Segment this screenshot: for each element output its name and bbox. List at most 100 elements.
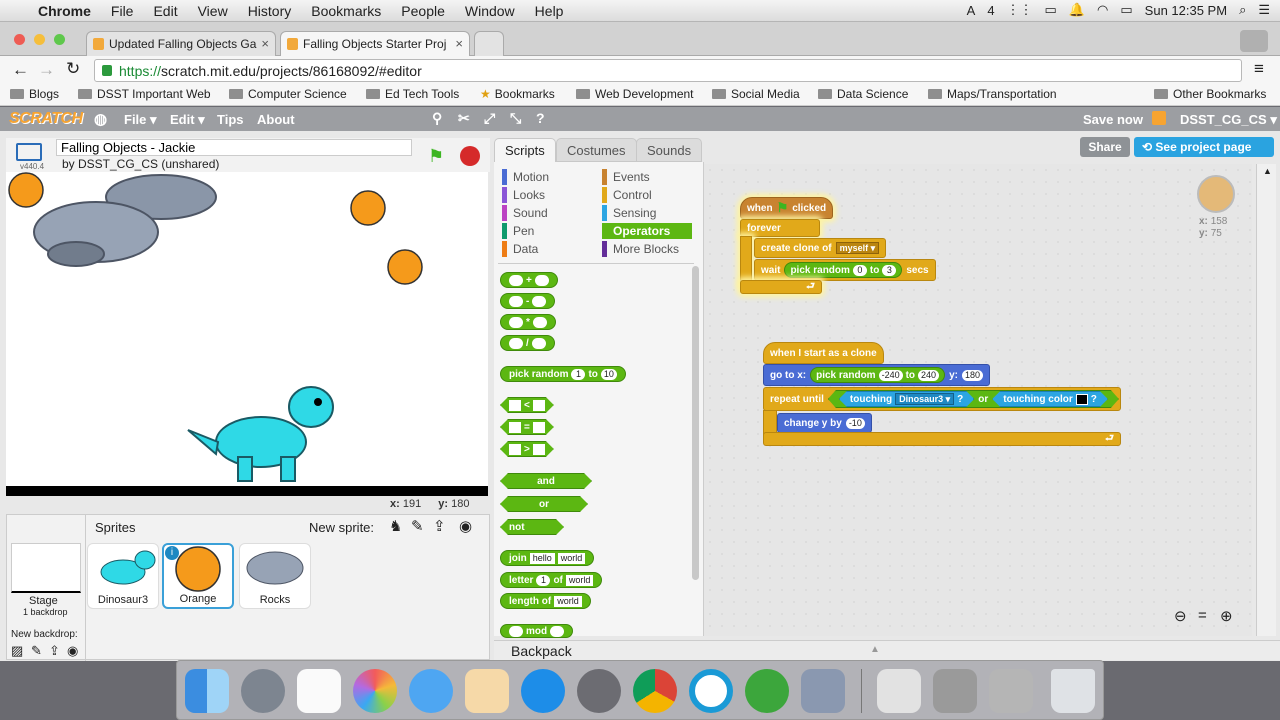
chrome-icon[interactable] <box>633 669 677 713</box>
menu-edit[interactable]: Edit <box>143 3 187 19</box>
input-slot[interactable]: 180 <box>961 369 984 381</box>
save-now-button[interactable]: Save now <box>1083 112 1143 127</box>
messages-icon[interactable] <box>409 669 453 713</box>
input-slot[interactable]: -240 <box>878 369 903 381</box>
block-add[interactable]: + <box>500 272 558 288</box>
input-slot[interactable] <box>533 400 545 411</box>
scripts-area[interactable]: when ⚑ clicked forever create clone of myse… <box>704 164 1252 636</box>
pages-icon[interactable] <box>465 669 509 713</box>
block-repeat-until[interactable]: repeat until touching Dinosaur3 ▾? or tou… <box>763 387 1121 411</box>
camera-backdrop-icon[interactable]: ◉ <box>67 643 78 659</box>
reporter-pick-random[interactable]: pick random 0 to 3 <box>784 262 903 278</box>
color-swatch[interactable] <box>1076 394 1088 405</box>
fullscreen-icon[interactable] <box>16 143 42 161</box>
bell-icon[interactable]: 🔔 <box>1069 2 1085 18</box>
bookmark-social[interactable]: Social Media <box>712 87 800 101</box>
menu-about[interactable]: About <box>257 112 295 127</box>
green-flag-icon[interactable]: ⚑ <box>428 146 444 167</box>
zoom-window-icon[interactable] <box>54 34 65 45</box>
library-sprite-icon[interactable]: ♞ <box>389 517 402 535</box>
input-slot[interactable] <box>532 316 547 328</box>
help-tool-icon[interactable]: ? <box>536 110 545 126</box>
list-icon[interactable]: ☰ <box>1258 2 1270 18</box>
scripts-scrollbar[interactable]: ▲ <box>1256 164 1276 636</box>
bookmark-webdev[interactable]: Web Development <box>576 87 694 101</box>
orange-clone[interactable] <box>387 249 423 285</box>
reload-icon[interactable]: ↻ <box>66 59 80 79</box>
screenshot-stack-icon[interactable] <box>933 669 977 713</box>
category-more-blocks[interactable]: More Blocks <box>602 241 692 257</box>
zoom-out-icon[interactable]: ⊖ <box>1174 607 1187 625</box>
input-slot[interactable] <box>534 274 549 286</box>
menu-view[interactable]: View <box>188 3 238 19</box>
menu-people[interactable]: People <box>391 3 455 19</box>
input-slot[interactable] <box>509 444 521 455</box>
clone-target-dropdown[interactable]: myself ▾ <box>835 242 880 254</box>
url-bar[interactable]: https://scratch.mit.edu/projects/8616809… <box>94 59 1242 82</box>
stage-thumbnail[interactable] <box>11 543 81 593</box>
block-letter-of[interactable]: letter 1 of world <box>500 572 603 588</box>
menu-hamburger-icon[interactable]: ≡ <box>1254 59 1264 79</box>
block-and[interactable]: and <box>500 473 592 489</box>
category-pen[interactable]: Pen <box>502 223 592 239</box>
category-sound[interactable]: Sound <box>502 205 592 221</box>
reporter-touching[interactable]: touching Dinosaur3 ▾? <box>839 391 974 407</box>
tab-costumes[interactable]: Costumes <box>556 138 637 162</box>
finder-icon[interactable] <box>185 669 229 713</box>
upload-sprite-icon[interactable]: ⇪ <box>433 517 446 535</box>
library-backdrop-icon[interactable]: ▨ <box>11 643 23 659</box>
menu-app[interactable]: Chrome <box>28 3 101 19</box>
block-when-start-as-clone[interactable]: when I start as a clone <box>763 342 884 364</box>
block-less-than[interactable]: < <box>500 397 554 413</box>
input-slot[interactable] <box>509 337 523 349</box>
close-tab-icon[interactable]: × <box>455 36 463 51</box>
rocks-sprite[interactable] <box>33 174 217 267</box>
forward-arrow-icon[interactable]: → <box>38 60 55 80</box>
user-menu[interactable]: DSST_CG_CS ▾ <box>1180 112 1277 128</box>
input-slot[interactable] <box>550 625 565 637</box>
sprite-thumb-rocks[interactable]: Rocks <box>239 543 311 609</box>
orange-clone[interactable] <box>8 172 44 208</box>
input-slot[interactable]: 3 <box>882 264 897 276</box>
info-icon[interactable]: i <box>165 546 179 560</box>
new-tab-button[interactable] <box>474 31 504 56</box>
category-events[interactable]: Events <box>602 169 692 185</box>
zoom-reset-icon[interactable]: = <box>1198 607 1207 624</box>
reporter-touching-color[interactable]: touching color? <box>992 391 1108 407</box>
input-slot[interactable]: -10 <box>845 417 865 429</box>
clock[interactable]: Sun 12:35 PM <box>1145 3 1227 18</box>
input-slot[interactable]: 0 <box>852 264 867 276</box>
reporter-or[interactable]: touching Dinosaur3 ▾? or touching color? <box>828 390 1119 408</box>
camera-sprite-icon[interactable]: ◉ <box>459 517 472 535</box>
block-equals[interactable]: = <box>500 419 554 435</box>
video-editor-icon[interactable] <box>801 669 845 713</box>
input-slot[interactable] <box>533 444 545 455</box>
tab-sounds[interactable]: Sounds <box>636 138 703 162</box>
category-data[interactable]: Data <box>502 241 592 257</box>
globe-icon[interactable]: ◍ <box>94 110 107 128</box>
screencast-icon[interactable] <box>689 669 733 713</box>
see-project-page-button[interactable]: ⟲ See project page <box>1134 137 1274 157</box>
block-mod[interactable]: mod <box>500 624 574 638</box>
block-when-flag-clicked[interactable]: when ⚑ clicked <box>740 197 834 219</box>
bookmark-datasci[interactable]: Data Science <box>818 87 908 101</box>
close-window-icon[interactable] <box>14 34 25 45</box>
upload-backdrop-icon[interactable]: ⇪ <box>49 643 60 659</box>
cut-tool-icon[interactable]: ✂ <box>458 110 470 127</box>
bookmark-maps[interactable]: Maps/Transportation <box>928 87 1057 101</box>
palette-scrollbar[interactable] <box>692 266 699 580</box>
input-slot[interactable] <box>533 422 545 433</box>
block-pick-random[interactable]: pick random 1 to 10 <box>500 366 626 382</box>
category-sensing[interactable]: Sensing <box>602 205 692 221</box>
bookmark-bookmarks[interactable]: ★ Bookmarks <box>480 87 555 101</box>
dinosaur-sprite[interactable] <box>187 386 334 482</box>
orange-clone[interactable] <box>350 190 386 226</box>
grow-tool-icon[interactable]: ⤢ <box>484 110 495 127</box>
paint-sprite-icon[interactable]: ✎ <box>411 517 424 535</box>
menu-scratch-edit[interactable]: Edit ▾ <box>170 112 205 128</box>
wifi-icon[interactable]: ◠ <box>1097 2 1108 18</box>
search-icon[interactable]: ⌕ <box>1239 2 1246 18</box>
scratch-logo[interactable]: SCRATCH <box>9 110 83 128</box>
input-slot[interactable]: 10 <box>600 368 617 380</box>
input-slot[interactable] <box>509 400 521 411</box>
